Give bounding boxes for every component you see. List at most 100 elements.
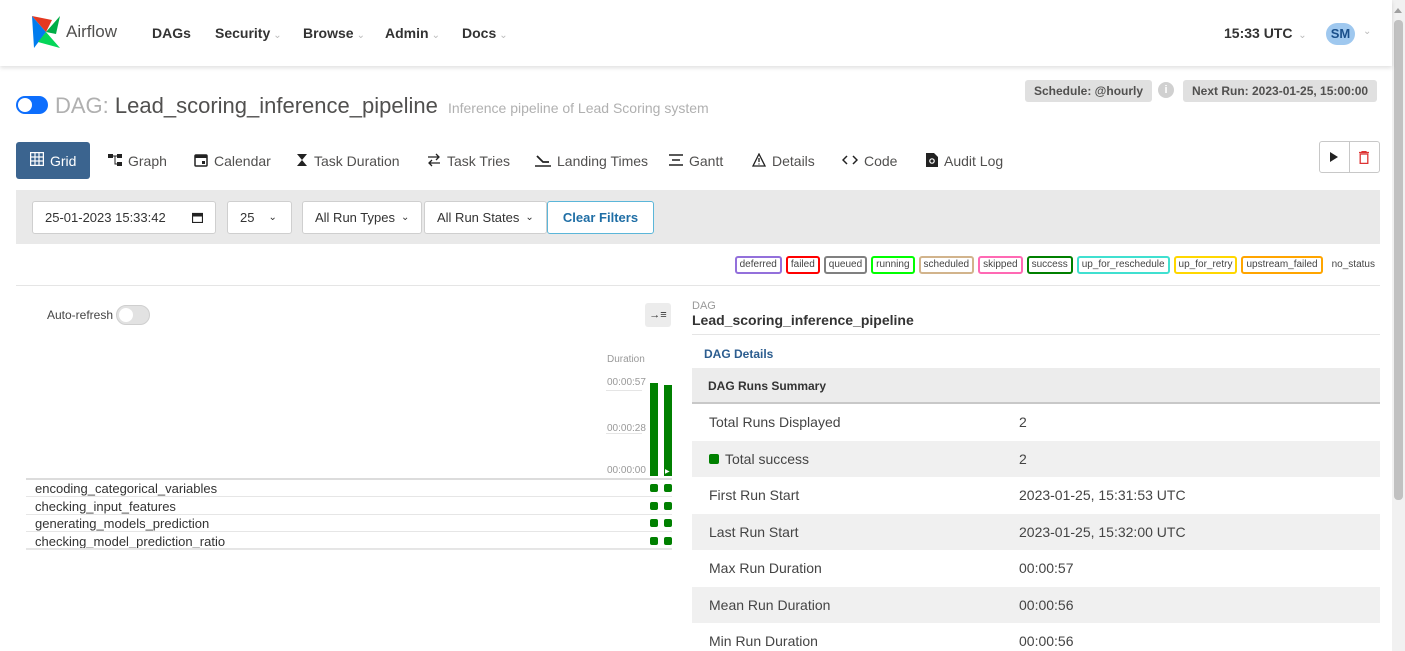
- duration-tick: 00:00:00: [607, 465, 646, 476]
- task-instance-success-cell[interactable]: [664, 501, 672, 510]
- task-instance-success-cell[interactable]: [650, 536, 658, 545]
- next-run-badge: Next Run: 2023-01-25, 15:00:00: [1183, 80, 1378, 102]
- duration-tick: 00:00:57: [607, 377, 646, 388]
- trigger-dag-button[interactable]: [1320, 142, 1350, 172]
- nav-admin[interactable]: Admin ⌄: [385, 25, 440, 41]
- scroll-up-arrow-icon[interactable]: [1394, 8, 1402, 13]
- dag-pause-toggle[interactable]: [16, 96, 48, 114]
- legend-up-for-reschedule[interactable]: up_for_reschedule: [1076, 256, 1170, 274]
- task-instance-success-cell[interactable]: [664, 484, 672, 492]
- nav-docs-label: Docs: [462, 25, 497, 41]
- scroll-thumb[interactable]: [1394, 20, 1403, 500]
- chevron-down-icon: ⌄: [268, 212, 277, 223]
- legend-scheduled[interactable]: scheduled: [918, 256, 975, 274]
- legend-skipped[interactable]: skipped: [978, 256, 1023, 274]
- tab-task-duration-label: Task Duration: [314, 153, 400, 169]
- tab-landing-times-label: Landing Times: [557, 153, 649, 169]
- legend-no-status[interactable]: no_status: [1327, 256, 1380, 274]
- gantt-icon: [669, 153, 683, 170]
- nav-browse[interactable]: Browse ⌄: [303, 25, 365, 41]
- task-instance-success-cell[interactable]: [650, 501, 658, 510]
- task-row[interactable]: checking_input_features: [26, 498, 672, 515]
- task-name[interactable]: checking_model_prediction_ratio: [35, 534, 225, 549]
- summary-key: Mean Run Duration: [709, 597, 830, 613]
- divider: [16, 285, 1380, 286]
- legend-failed[interactable]: failed: [785, 256, 820, 274]
- dag-prefix: DAG:: [55, 93, 115, 118]
- calendar-icon: [194, 153, 208, 170]
- state-legend: deferred failed queued running scheduled skip…: [734, 256, 1380, 274]
- task-row[interactable]: generating_models_prediction: [26, 515, 672, 532]
- caret-down-icon: ⌄: [499, 30, 508, 41]
- tab-gantt[interactable]: Gantt: [669, 143, 723, 179]
- tab-landing-times[interactable]: Landing Times: [535, 143, 648, 179]
- timezone-menu[interactable]: 15:33 UTC ⌄: [1224, 25, 1307, 41]
- tab-grid[interactable]: Grid: [16, 142, 91, 179]
- info-icon[interactable]: i: [1158, 82, 1174, 98]
- calendar-icon[interactable]: [192, 212, 203, 223]
- legend-running[interactable]: running: [871, 256, 915, 274]
- task-row[interactable]: checking_model_prediction_ratio: [26, 533, 672, 550]
- task-instance-success-cell[interactable]: [664, 536, 672, 545]
- gridline: [606, 433, 642, 434]
- summary-value: 2023-01-25, 15:31:53 UTC: [1019, 487, 1186, 503]
- summary-key-text: Total Runs Displayed: [709, 414, 841, 430]
- caret-down-icon: ⌄: [356, 30, 365, 41]
- legend-queued[interactable]: queued: [823, 256, 868, 274]
- divider: [26, 548, 672, 549]
- dag-run-duration-bar[interactable]: [650, 383, 658, 476]
- task-instance-success-cell[interactable]: [650, 484, 658, 492]
- dag-id: Lead_scoring_inference_pipeline: [114, 93, 438, 118]
- legend-deferred[interactable]: deferred: [734, 256, 782, 274]
- nav-docs[interactable]: Docs ⌄: [462, 25, 508, 41]
- nav-security[interactable]: Security ⌄: [215, 25, 282, 41]
- code-icon: [841, 153, 859, 170]
- num-runs-select[interactable]: 25 ⌄: [227, 201, 292, 234]
- task-name[interactable]: generating_models_prediction: [35, 516, 209, 531]
- dag-run-duration-bar[interactable]: [664, 385, 672, 476]
- summary-key: Last Run Start: [709, 524, 799, 540]
- dag-details-link[interactable]: DAG Details: [704, 347, 773, 361]
- task-instance-success-cell[interactable]: [664, 519, 672, 527]
- task-name[interactable]: checking_input_features: [35, 499, 176, 514]
- clear-filters-button[interactable]: Clear Filters: [547, 201, 654, 234]
- task-instance-success-cell[interactable]: [650, 519, 658, 527]
- tab-task-tries[interactable]: Task Tries: [427, 143, 510, 179]
- top-navbar: Airflow DAGs Security ⌄ Browse ⌄ Admin ⌄ Do…: [0, 0, 1392, 66]
- breadcrumb-dag-name[interactable]: Lead_scoring_inference_pipeline: [692, 312, 914, 328]
- brand-name: Airflow: [66, 22, 118, 41]
- summary-key-text: Last Run Start: [709, 523, 799, 540]
- airflow-logo[interactable]: Airflow: [30, 14, 117, 50]
- caret-down-icon[interactable]: ⌄: [1363, 26, 1371, 37]
- legend-up-for-retry[interactable]: up_for_retry: [1173, 256, 1238, 274]
- page-scrollbar[interactable]: [1392, 0, 1405, 651]
- tab-graph-label: Graph: [128, 153, 167, 169]
- summary-value: 00:00:57: [1019, 560, 1074, 576]
- chevron-down-icon: ⌄: [400, 212, 410, 223]
- summary-key-text: Min Run Duration: [709, 633, 818, 649]
- base-date-input[interactable]: 25-01-2023 15:33:42: [32, 201, 216, 234]
- collapse-details-button[interactable]: →≡: [645, 303, 671, 327]
- legend-upstream-failed[interactable]: upstream_failed: [1241, 256, 1323, 274]
- run-state-select[interactable]: All Run States ⌄: [424, 201, 547, 234]
- task-row[interactable]: encoding_categorical_variables: [26, 480, 672, 497]
- duration-axis-title: Duration: [607, 354, 645, 365]
- user-avatar[interactable]: SM: [1326, 23, 1355, 45]
- tab-code[interactable]: Code: [841, 143, 897, 179]
- tab-task-tries-label: Task Tries: [447, 153, 511, 169]
- task-name[interactable]: encoding_categorical_variables: [35, 481, 217, 496]
- nav-security-label: Security: [215, 25, 271, 41]
- nav-dags[interactable]: DAGs: [152, 25, 191, 41]
- tab-graph[interactable]: Graph: [108, 143, 167, 179]
- tab-task-duration[interactable]: Task Duration: [296, 143, 400, 179]
- tab-details[interactable]: Details: [751, 143, 815, 179]
- tab-audit-log[interactable]: Audit Log: [926, 143, 1003, 179]
- summary-row: Last Run Start 2023-01-25, 15:32:00 UTC: [692, 513, 1380, 550]
- run-type-select[interactable]: All Run Types ⌄: [302, 201, 423, 234]
- auto-refresh-toggle[interactable]: [116, 305, 150, 325]
- tab-calendar[interactable]: Calendar: [194, 143, 271, 179]
- legend-success[interactable]: success: [1026, 256, 1073, 274]
- collapse-arrow-icon: →≡: [649, 309, 667, 321]
- caret-down-icon: ⌄: [1295, 30, 1307, 41]
- delete-dag-button[interactable]: [1350, 142, 1379, 172]
